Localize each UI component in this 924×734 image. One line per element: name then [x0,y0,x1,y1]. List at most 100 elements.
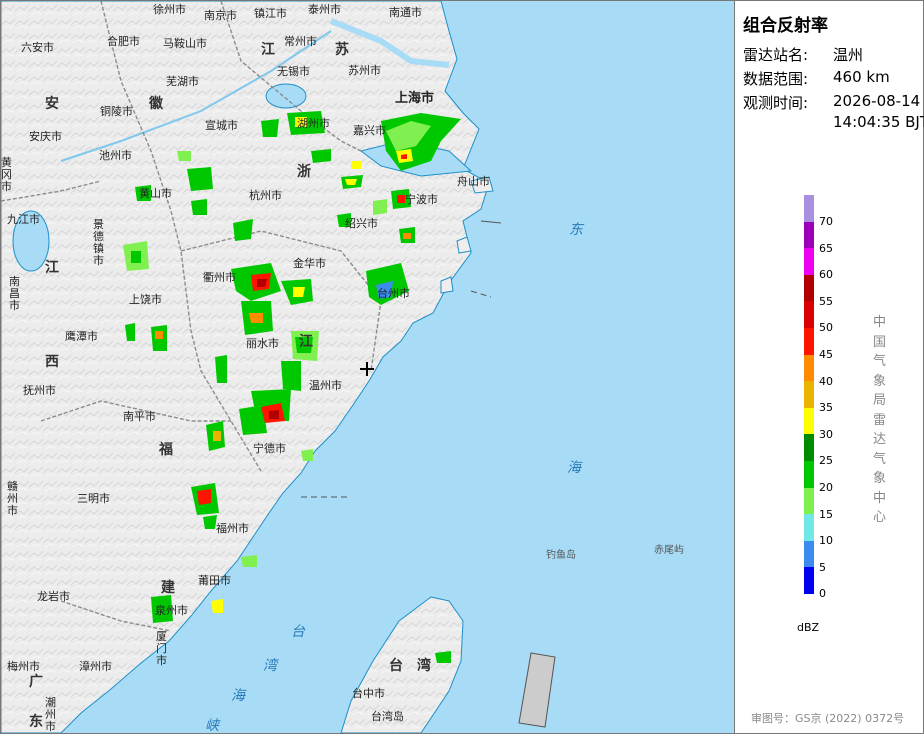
sea-label: 海 [567,460,581,476]
legend-tick-label: 70 [819,215,833,228]
city-label: 黄山市 [139,187,172,200]
city-label: 金华市 [293,257,326,270]
city-label: 镇江市 [254,7,287,20]
product-title: 组合反射率 [743,16,828,36]
city-label: 安庆市 [29,130,62,143]
station-label: 雷达站名: [743,46,809,64]
legend-swatch [804,540,814,568]
legend-tick-label: 50 [819,321,833,335]
city-label: 漳州市 [79,660,112,673]
city-label: 潮州市 [45,696,56,733]
city-label: 福州市 [216,522,249,535]
city-label: 铜陵市 [100,105,133,118]
radar-site-icon[interactable] [359,361,375,377]
city-label: 厦门市 [156,630,167,667]
legend-swatch [804,567,814,594]
legend-swatch [804,460,814,488]
sea-label: 台 [291,624,305,640]
province-label: 福 [159,442,174,458]
city-label: 宁波市 [405,193,438,206]
legend-tick-label: 5 [819,560,826,574]
legend-unit: dBZ [797,621,820,634]
province-label: 台 [389,658,404,674]
legend-tick-label: 40 [819,374,833,388]
city-label: 池州市 [99,149,132,162]
city-label: 合肥市 [107,35,140,48]
legend-tick-label: 45 [819,348,833,361]
city-label: 三明市 [77,492,110,505]
city-label: 苏州市 [348,64,381,77]
province-label: 安 [45,96,60,112]
city-label: 丽水市 [246,337,279,350]
radar-viewer: 安 徽 江 苏 浙 江 江 西 福 建 广 东 台 湾 东 海 台 湾 海 峡 … [0,0,924,734]
city-label: 九江市 [7,213,40,226]
province-label: 江 [299,334,314,350]
province-label: 苏 [335,42,350,58]
city-label: 泰州市 [308,3,341,16]
legend-swatch [804,195,814,222]
city-label: 杭州市 [249,189,282,202]
province-label: 广 [29,674,44,690]
city-label: 南平市 [123,410,156,423]
province-label: 江 [45,260,60,276]
legend-swatch [804,487,814,515]
city-label: 舟山市 [457,175,490,188]
island-label: 钓鱼岛 [546,550,576,561]
city-label: 徐州市 [153,3,186,16]
city-label: 莆田市 [198,574,231,587]
city-label: 宁德市 [253,442,286,455]
city-label: 上饶市 [129,293,162,306]
sea-label: 峡 [205,718,219,733]
legend-tick-label: 0 [819,587,826,601]
city-label: 鹰潭市 [65,330,98,343]
city-label: 湖州市 [297,117,330,130]
city-label: 南昌市 [9,275,20,312]
legend-tick-label: 25 [819,454,833,468]
legend-swatch [804,248,814,275]
city-label: 梅州市 [7,660,40,673]
province-label: 湾 [417,658,432,674]
sea-label: 东 [569,222,583,238]
legend-tick-label: 30 [819,427,833,441]
range-label: 数据范围: [743,70,809,88]
city-label: 南京市 [204,9,237,22]
range-value: 460 km [833,68,890,86]
city-label: 黄冈市 [1,156,12,193]
info-panel: 组合反射率 雷达站名: 温州 数据范围: 460 km 观测时间: 2026-0… [735,1,924,733]
legend-swatch [804,514,814,541]
station-row: 雷达站名: 温州 [743,44,863,65]
province-label: 徽 [149,96,164,112]
city-label: 上海市 [395,91,435,106]
range-row: 数据范围: 460 km [743,68,890,89]
city-label: 台湾岛 [371,710,404,723]
city-label: 台州市 [377,287,410,300]
credit-text: 中国气象局雷达气象中心 [873,315,887,525]
legend-swatch [804,354,814,382]
city-label: 无锡市 [277,65,310,78]
legend-swatch [804,301,814,328]
province-label: 西 [45,354,60,370]
province-label: 浙 [297,164,312,180]
legend-swatch [804,407,814,435]
province-label: 建 [161,580,176,596]
map-approval-number: 审图号：GS京 (2022) 0372号 [751,712,905,725]
legend-tick-label: 60 [819,268,833,282]
city-label: 六安市 [21,41,54,54]
legend-tick-label: 65 [819,241,833,255]
city-label: 绍兴市 [345,217,378,230]
radar-map[interactable]: 安 徽 江 苏 浙 江 江 西 福 建 广 东 台 湾 东 海 台 湾 海 峡 … [1,1,735,733]
city-label: 嘉兴市 [353,124,386,137]
city-label: 宣城市 [205,119,238,132]
time-label: 观测时间: [743,94,809,112]
legend-swatch [804,221,814,249]
time-date: 2026-08-14 [833,92,921,110]
city-label: 泉州市 [155,604,188,617]
time-row: 观测时间: 2026-08-14 [743,92,920,113]
sea-label: 海 [231,688,245,704]
city-label: 龙岩市 [37,590,70,603]
island-label: 赤尾屿 [654,545,684,556]
legend-tick-label: 20 [819,481,833,494]
province-label: 东 [29,714,44,730]
city-label: 常州市 [284,35,317,48]
time-clock: 14:04:35 BJT [833,113,924,131]
